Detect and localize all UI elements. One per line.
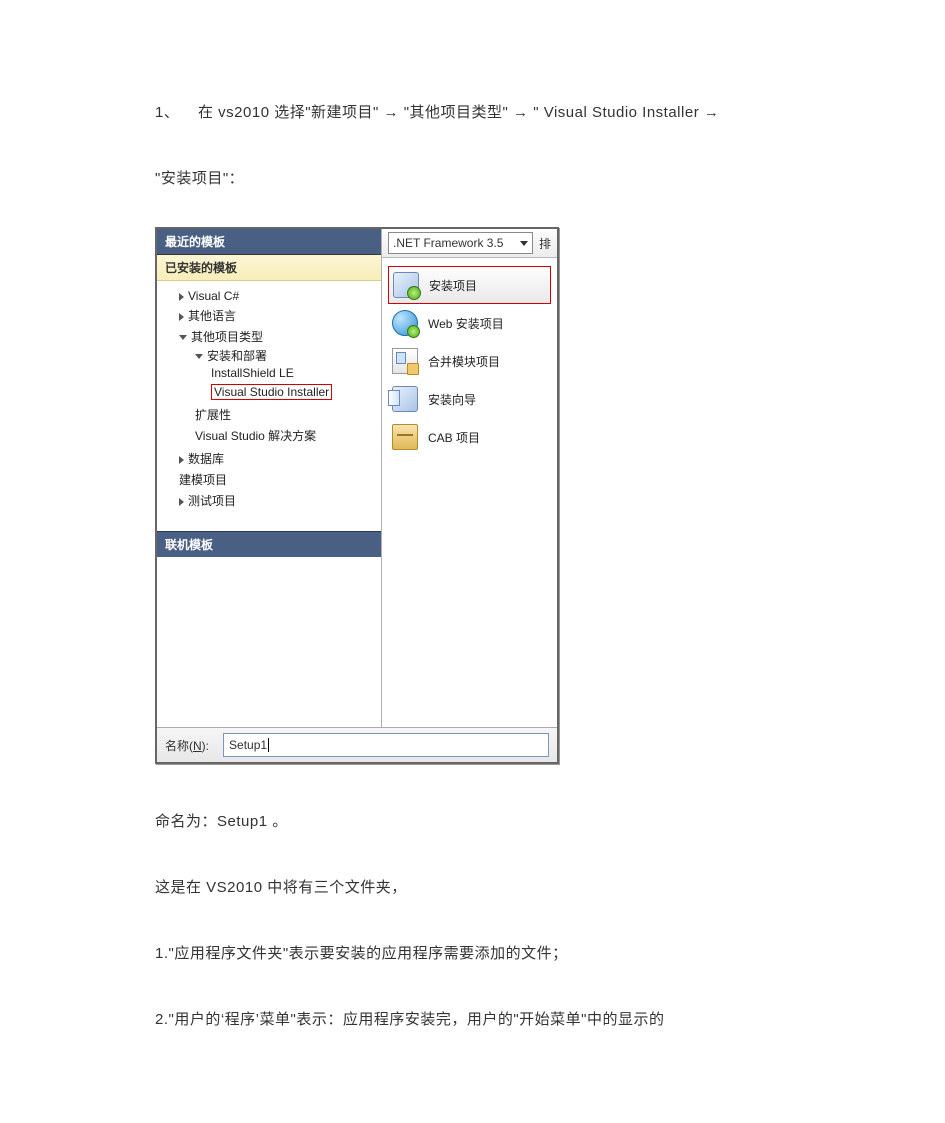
- sort-trail-text: 排: [539, 235, 551, 252]
- tree-node-other-project-types[interactable]: 其他项目类型 安装和部署 InstallShield LE Visual Stu…: [179, 326, 377, 448]
- tree-label: 其他语言: [188, 309, 236, 323]
- paragraph-5: 1."应用程序文件夹"表示要安装的应用程序需要添加的文件；: [155, 936, 815, 972]
- tree-spacer: [157, 557, 381, 727]
- template-web-setup[interactable]: Web 安装项目: [388, 304, 551, 342]
- chevron-down-icon: [195, 354, 203, 359]
- name-label: 名称(N):: [165, 737, 209, 754]
- template-list: 安装项目 Web 安装项目 合并模块项目 安装向导: [382, 258, 557, 464]
- recent-templates-header: 最近的模板: [157, 229, 381, 255]
- framework-toolbar: .NET Framework 3.5 排: [382, 229, 557, 258]
- p1-seg3: " Visual Studio Installer: [533, 104, 699, 121]
- framework-value: .NET Framework 3.5: [393, 236, 503, 250]
- name-label-key: N: [193, 739, 202, 753]
- tree-node-installshield[interactable]: InstallShield LE: [211, 364, 377, 382]
- chevron-right-icon: [179, 498, 184, 506]
- tree-label: 扩展性: [195, 408, 231, 422]
- template-label: Web 安装项目: [428, 315, 504, 332]
- template-setup-wizard[interactable]: 安装向导: [388, 380, 551, 418]
- template-tree[interactable]: Visual C# 其他语言 其他项目类型 安装和部署 InstallShiel…: [157, 281, 381, 531]
- framework-dropdown[interactable]: .NET Framework 3.5: [388, 232, 533, 254]
- highlighted-selection: Visual Studio Installer: [211, 384, 332, 400]
- arrow-icon: →: [704, 104, 720, 121]
- tree-node-test[interactable]: 测试项目: [179, 490, 377, 511]
- tree-label: 安装和部署: [207, 349, 267, 363]
- text-cursor-icon: [268, 738, 269, 752]
- name-label-pre: 名称(: [165, 739, 193, 753]
- installed-templates-header: 已安装的模板: [157, 255, 381, 281]
- template-cab-project[interactable]: CAB 项目: [388, 418, 551, 456]
- tree-label: 其他项目类型: [191, 330, 263, 344]
- tree-node-other-languages[interactable]: 其他语言: [179, 305, 377, 326]
- tree-node-vs-solution[interactable]: Visual Studio 解决方案: [195, 425, 377, 446]
- tree-label: Visual Studio Installer: [214, 385, 329, 399]
- chevron-down-icon: [179, 335, 187, 340]
- tree-label: Visual C#: [188, 289, 239, 303]
- p1-seg1: 在 vs2010 选择"新建项目": [198, 104, 379, 121]
- chevron-right-icon: [179, 293, 184, 301]
- tree-node-database[interactable]: 数据库: [179, 448, 377, 469]
- chevron-right-icon: [179, 313, 184, 321]
- setup-project-icon: [393, 272, 419, 298]
- paragraph-2: "安装项目"：: [155, 161, 815, 197]
- name-label-post: ):: [202, 739, 209, 753]
- tree-label: Visual Studio 解决方案: [195, 429, 316, 443]
- tree-node-modeling[interactable]: 建模项目: [179, 469, 377, 490]
- chevron-down-icon: [520, 241, 528, 246]
- template-tree-pane: 最近的模板 已安装的模板 Visual C# 其他语言 其他项目类型 安装和部署…: [157, 229, 382, 727]
- merge-module-icon: [392, 348, 418, 374]
- arrow-icon: →: [384, 104, 400, 121]
- template-list-pane: .NET Framework 3.5 排 安装项目 Web 安装项目: [382, 229, 557, 727]
- tree-label: 测试项目: [188, 494, 236, 508]
- p1-seg2: "其他项目类型": [404, 104, 509, 121]
- paragraph-4: 这是在 VS2010 中将有三个文件夹，: [155, 870, 815, 906]
- template-label: CAB 项目: [428, 429, 480, 446]
- document-page: 1、 在 vs2010 选择"新建项目" → "其他项目类型" → " Visu…: [0, 0, 945, 1123]
- tree-label: InstallShield LE: [211, 366, 294, 380]
- project-name-input[interactable]: Setup1: [223, 733, 549, 757]
- template-label: 安装项目: [429, 277, 477, 294]
- paragraph-3: 命名为：Setup1 。: [155, 804, 815, 840]
- list-number: 1、: [155, 104, 179, 121]
- template-setup-project[interactable]: 安装项目: [388, 266, 551, 304]
- name-input-value: Setup1: [229, 738, 267, 752]
- template-label: 合并模块项目: [428, 353, 500, 370]
- setup-wizard-icon: [392, 386, 418, 412]
- p2-text: "安装项目"：: [155, 170, 244, 187]
- paragraph-1: 1、 在 vs2010 选择"新建项目" → "其他项目类型" → " Visu…: [155, 95, 815, 131]
- dialog-bottom-bar: 名称(N): Setup1: [157, 727, 557, 762]
- tree-label: 建模项目: [179, 473, 227, 487]
- tree-node-extensibility[interactable]: 扩展性: [195, 404, 377, 425]
- template-merge-module[interactable]: 合并模块项目: [388, 342, 551, 380]
- new-project-dialog: 最近的模板 已安装的模板 Visual C# 其他语言 其他项目类型 安装和部署…: [155, 227, 559, 764]
- arrow-icon: →: [513, 104, 529, 121]
- web-setup-icon: [392, 310, 418, 336]
- template-label: 安装向导: [428, 391, 476, 408]
- online-templates-header: 联机模板: [157, 531, 381, 557]
- paragraph-6: 2."用户的‘程序’菜单"表示：应用程序安装完，用户的"开始菜单"中的显示的: [155, 1002, 815, 1038]
- dialog-body: 最近的模板 已安装的模板 Visual C# 其他语言 其他项目类型 安装和部署…: [157, 229, 557, 727]
- tree-node-visual-csharp[interactable]: Visual C#: [179, 287, 377, 305]
- tree-node-setup-deployment[interactable]: 安装和部署 InstallShield LE Visual Studio Ins…: [195, 345, 377, 404]
- cab-project-icon: [392, 424, 418, 450]
- tree-node-vs-installer[interactable]: Visual Studio Installer: [211, 382, 377, 402]
- tree-label: 数据库: [188, 452, 224, 466]
- chevron-right-icon: [179, 456, 184, 464]
